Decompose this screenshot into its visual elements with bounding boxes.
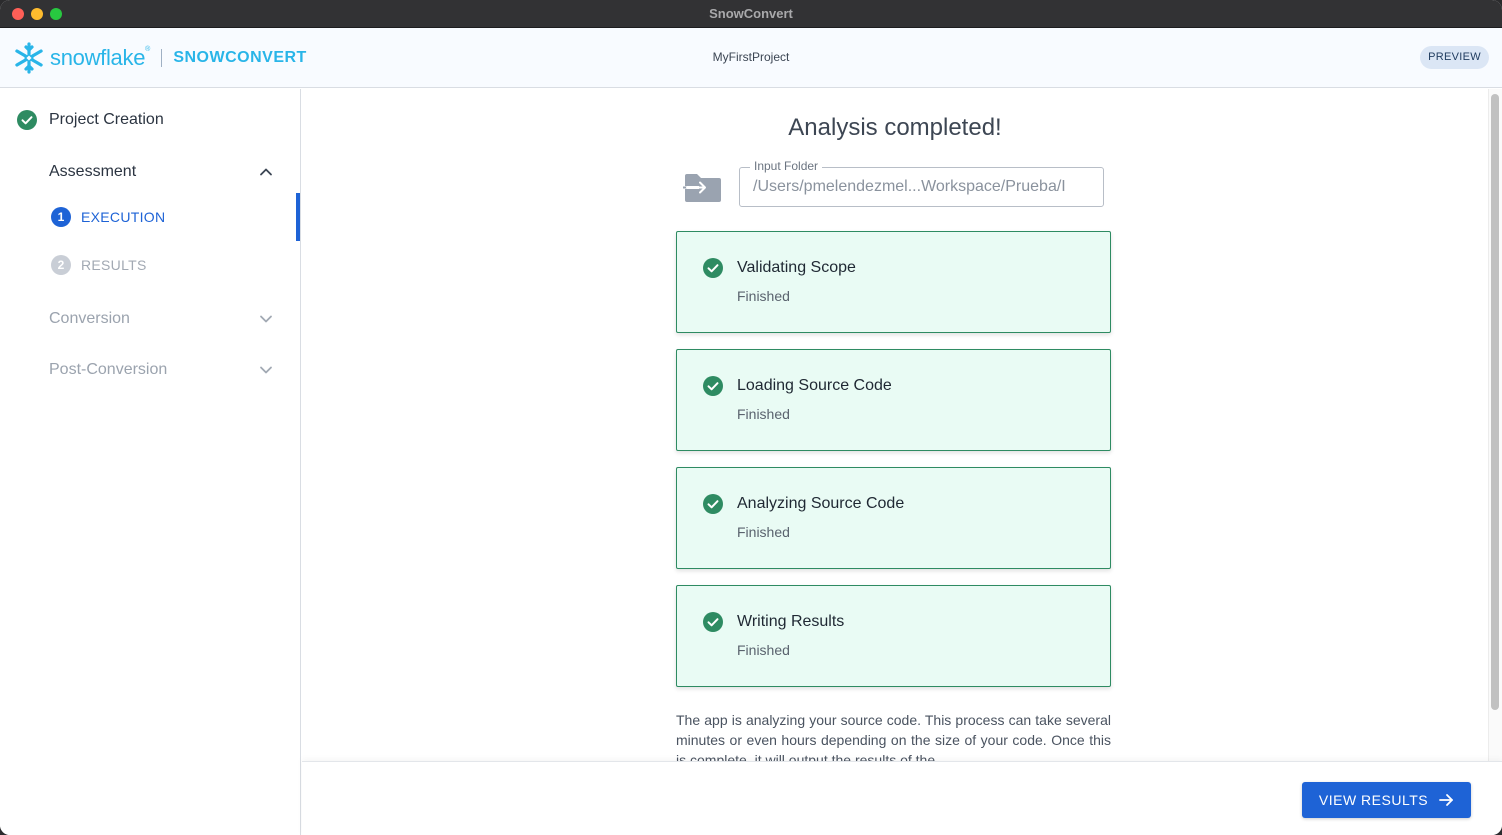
sidebar-item-conversion[interactable]: Conversion [0,306,300,332]
view-results-button[interactable]: VIEW RESULTS [1302,782,1471,818]
chevron-down-icon [260,315,272,323]
task-title: Writing Results [737,613,845,630]
check-circle-icon [703,258,723,278]
arrow-right-icon [1439,794,1453,806]
project-name: MyFirstProject [712,50,790,64]
footer-bar: VIEW RESULTS [302,761,1502,835]
task-status: Finished [737,642,790,658]
sidebar-item-label: Project Creation [49,111,164,128]
sidebar: Project Creation Assessment 1 EXECUTION … [0,89,301,835]
main-content[interactable]: Analysis completed! Input Folder /Users/… [302,89,1488,761]
page-title: Analysis completed! [788,114,1002,141]
sidebar-step-results[interactable]: 2 RESULTS [0,241,300,289]
task-title: Loading Source Code [737,377,892,394]
sidebar-item-label: Conversion [49,310,130,327]
check-circle-icon [703,612,723,632]
chevron-down-icon [260,366,272,374]
task-card: Loading Source Code Finished [676,349,1111,451]
title-bar: SnowConvert [0,0,1502,28]
folder-input-icon [683,174,721,202]
sidebar-item-label: Post-Conversion [49,361,168,378]
sidebar-item-post-conversion[interactable]: Post-Conversion [0,357,300,383]
task-title: Analyzing Source Code [737,495,905,512]
sidebar-item-label: Assessment [49,163,137,180]
app-header: snowflake ® SNOWCONVERT MyFirstProject P… [0,28,1502,88]
window-title: SnowConvert [709,6,793,21]
step-number-badge: 1 [51,207,71,227]
step-label: RESULTS [81,257,147,273]
check-circle-icon [703,376,723,396]
task-status: Finished [737,288,790,304]
active-step-indicator [296,193,300,241]
view-results-label: VIEW RESULTS [1318,792,1429,808]
analysis-description: The app is analyzing your source code. T… [676,712,1111,761]
step-label: EXECUTION [81,209,166,225]
task-status: Finished [737,406,790,422]
scrollbar-thumb[interactable] [1491,94,1499,710]
input-folder-value: /Users/pmelendezmel...Workspace/Prueba/I [753,178,1066,195]
chevron-up-icon [260,168,272,176]
step-number-badge: 2 [51,255,71,275]
task-status: Finished [737,524,790,540]
check-circle-icon [703,494,723,514]
input-folder-label: Input Folder [750,159,823,173]
task-title: Validating Scope [737,259,856,276]
app-window: SnowConvert snowflake ® SNOWCONVERT MyFi… [0,0,1502,835]
task-card: Writing Results Finished [676,585,1111,687]
check-circle-icon [17,110,37,130]
preview-badge: PREVIEW [1420,46,1489,69]
task-card: Analyzing Source Code Finished [676,467,1111,569]
sidebar-item-project-creation[interactable]: Project Creation [0,107,300,135]
task-card: Validating Scope Finished [676,231,1111,333]
sidebar-step-execution[interactable]: 1 EXECUTION [0,193,300,241]
sidebar-item-assessment[interactable]: Assessment [0,159,300,185]
input-folder-field[interactable]: Input Folder /Users/pmelendezmel...Works… [739,159,1104,207]
